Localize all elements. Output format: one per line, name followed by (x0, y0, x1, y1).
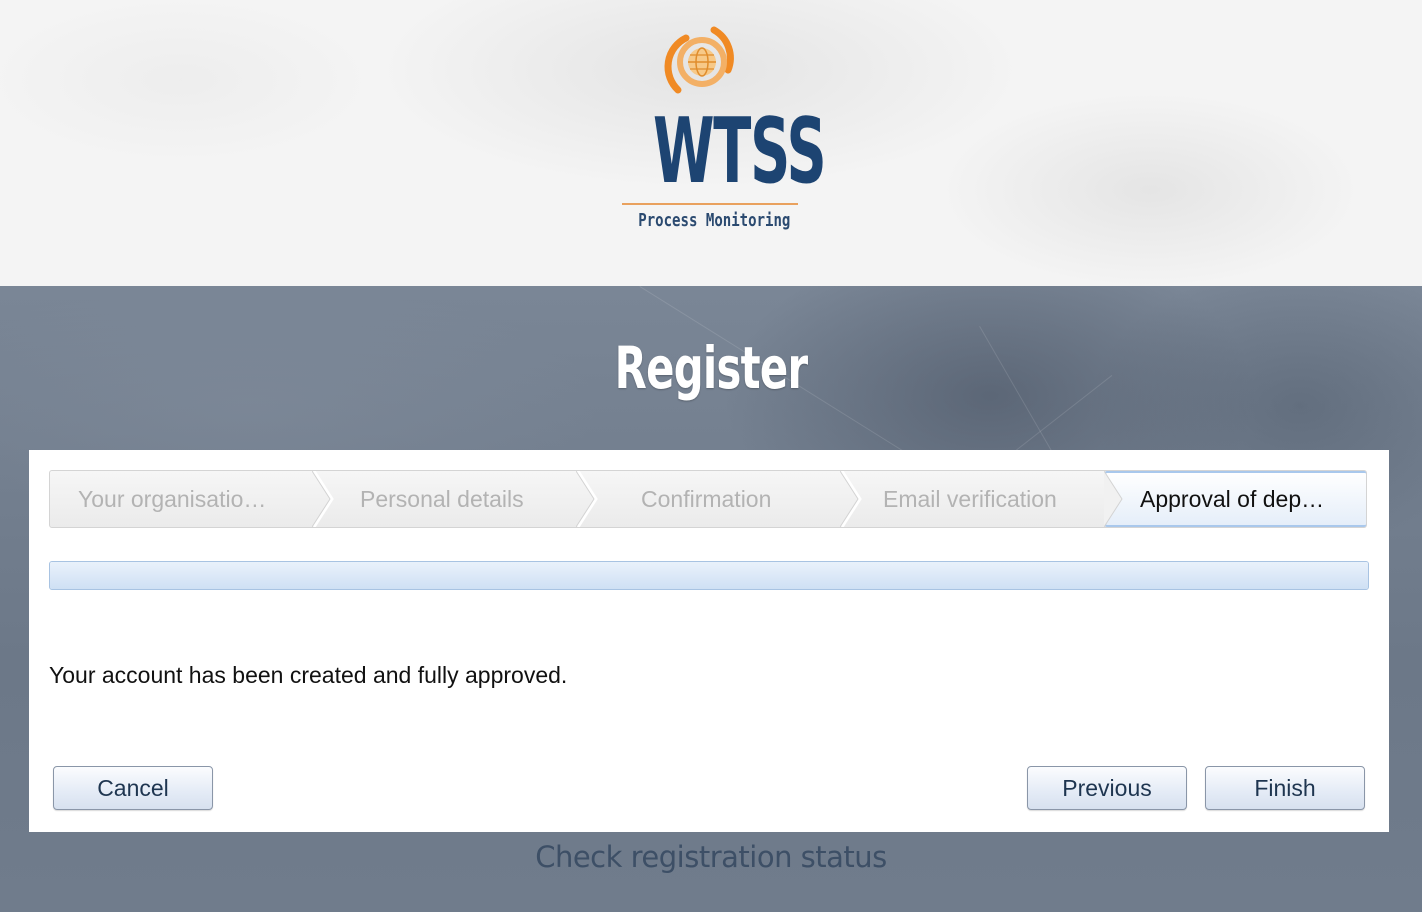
step-separator-chevron (576, 471, 598, 527)
page-title: Register (614, 334, 808, 402)
finish-button[interactable]: Finish (1205, 766, 1365, 810)
step-your-organisation: Your organisatio… (78, 486, 267, 512)
orbit-globe-icon (664, 26, 734, 94)
wizard-progress-bar (49, 561, 1369, 590)
wizard-steps: Your organisatio… Personal details Confi… (49, 470, 1367, 528)
step-confirmation: Confirmation (641, 486, 772, 512)
step-separator-chevron (1104, 471, 1123, 527)
step-approval-current: Approval of dep… (1140, 486, 1325, 512)
step-separator-chevron (312, 471, 334, 527)
registration-card: Your organisatio… Personal details Confi… (29, 450, 1389, 832)
step-email-verification: Email verification (883, 486, 1057, 512)
confirmation-message: Your account has been created and fully … (49, 662, 568, 688)
step-personal-details: Personal details (360, 486, 524, 512)
cancel-button[interactable]: Cancel (53, 766, 213, 810)
logo-tagline: Process Monitoring (638, 210, 791, 231)
logo-wordmark: WTSS (652, 99, 827, 204)
check-registration-status-link[interactable]: Check registration status (0, 838, 1422, 876)
previous-button[interactable]: Previous (1027, 766, 1187, 810)
step-separator-chevron (840, 471, 862, 527)
wtss-logo: WTSS Process Monitoring (618, 22, 827, 242)
progress-fill (50, 562, 1368, 589)
page-header: WTSS Process Monitoring (0, 0, 1422, 286)
logo-divider (622, 203, 798, 205)
